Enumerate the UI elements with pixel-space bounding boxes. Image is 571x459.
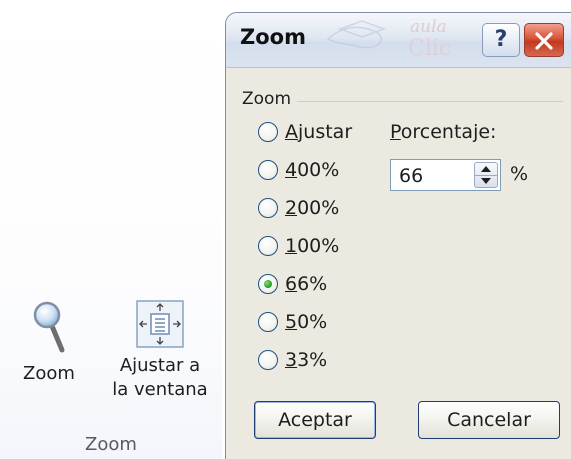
spinner-down-button[interactable]	[475, 175, 497, 187]
zoom-group-label: Zoom	[242, 89, 298, 109]
zoom-ribbon-label: Zoom	[23, 363, 75, 384]
svg-text:aula: aula	[410, 17, 447, 37]
radio-button[interactable]	[258, 236, 278, 256]
radio-66[interactable]: 66%	[258, 270, 327, 298]
aulaclic-logo: aula Clic	[326, 17, 451, 61]
dialog-title: Zoom	[240, 25, 306, 49]
fit-window-label-line2: la ventana	[112, 379, 208, 400]
zoom-dialog: Zoom aula Clic ? Zoom Ajustar 400% 200%	[225, 12, 571, 459]
percentage-spinner[interactable]	[474, 162, 498, 188]
cancel-button[interactable]: Cancelar	[418, 401, 560, 439]
radio-400[interactable]: 400%	[258, 156, 339, 184]
close-button[interactable]	[524, 23, 564, 57]
radio-label: 400%	[285, 159, 340, 181]
fit-window-icon	[136, 300, 184, 348]
radio-label: 33%	[285, 349, 328, 371]
percentage-label: Porcentaje:	[390, 121, 497, 143]
radio-label: 50%	[285, 311, 328, 333]
radio-ajustar[interactable]: Ajustar	[258, 118, 352, 146]
percent-sign: %	[510, 163, 529, 185]
percentage-value: 66	[399, 165, 424, 187]
radio-button[interactable]	[258, 160, 278, 180]
dialog-titlebar[interactable]: Zoom aula Clic ?	[226, 13, 571, 68]
ribbon-zoom-group: Zoom Ajustar a la ventana Zoom	[0, 0, 222, 459]
radio-33[interactable]: 33%	[258, 346, 327, 374]
magnifier-icon	[33, 301, 65, 353]
accept-button[interactable]: Aceptar	[254, 401, 376, 439]
radio-label: 66%	[285, 273, 328, 295]
radio-label: 200%	[285, 197, 340, 219]
radio-label: Ajustar	[285, 121, 353, 143]
radio-button[interactable]	[258, 312, 278, 332]
ribbon-group-label: Zoom	[85, 434, 137, 455]
arrow-up-icon	[481, 166, 491, 172]
fit-window-ribbon-button[interactable]: Ajustar a la ventana	[100, 300, 220, 402]
radio-100[interactable]: 100%	[258, 232, 339, 260]
radio-200[interactable]: 200%	[258, 194, 339, 222]
radio-button-checked[interactable]	[258, 274, 278, 294]
radio-label: 100%	[285, 235, 340, 257]
radio-button[interactable]	[258, 198, 278, 218]
svg-text:Clic: Clic	[408, 36, 451, 61]
percentage-input[interactable]: 66	[390, 159, 501, 191]
zoom-ribbon-button[interactable]: Zoom	[14, 300, 84, 386]
radio-button[interactable]	[258, 122, 278, 142]
help-button[interactable]: ?	[482, 23, 520, 57]
radio-button[interactable]	[258, 350, 278, 370]
fit-window-label-line1: Ajustar a	[119, 355, 201, 376]
close-icon	[535, 32, 553, 50]
radio-50[interactable]: 50%	[258, 308, 327, 336]
arrow-down-icon	[481, 178, 491, 184]
